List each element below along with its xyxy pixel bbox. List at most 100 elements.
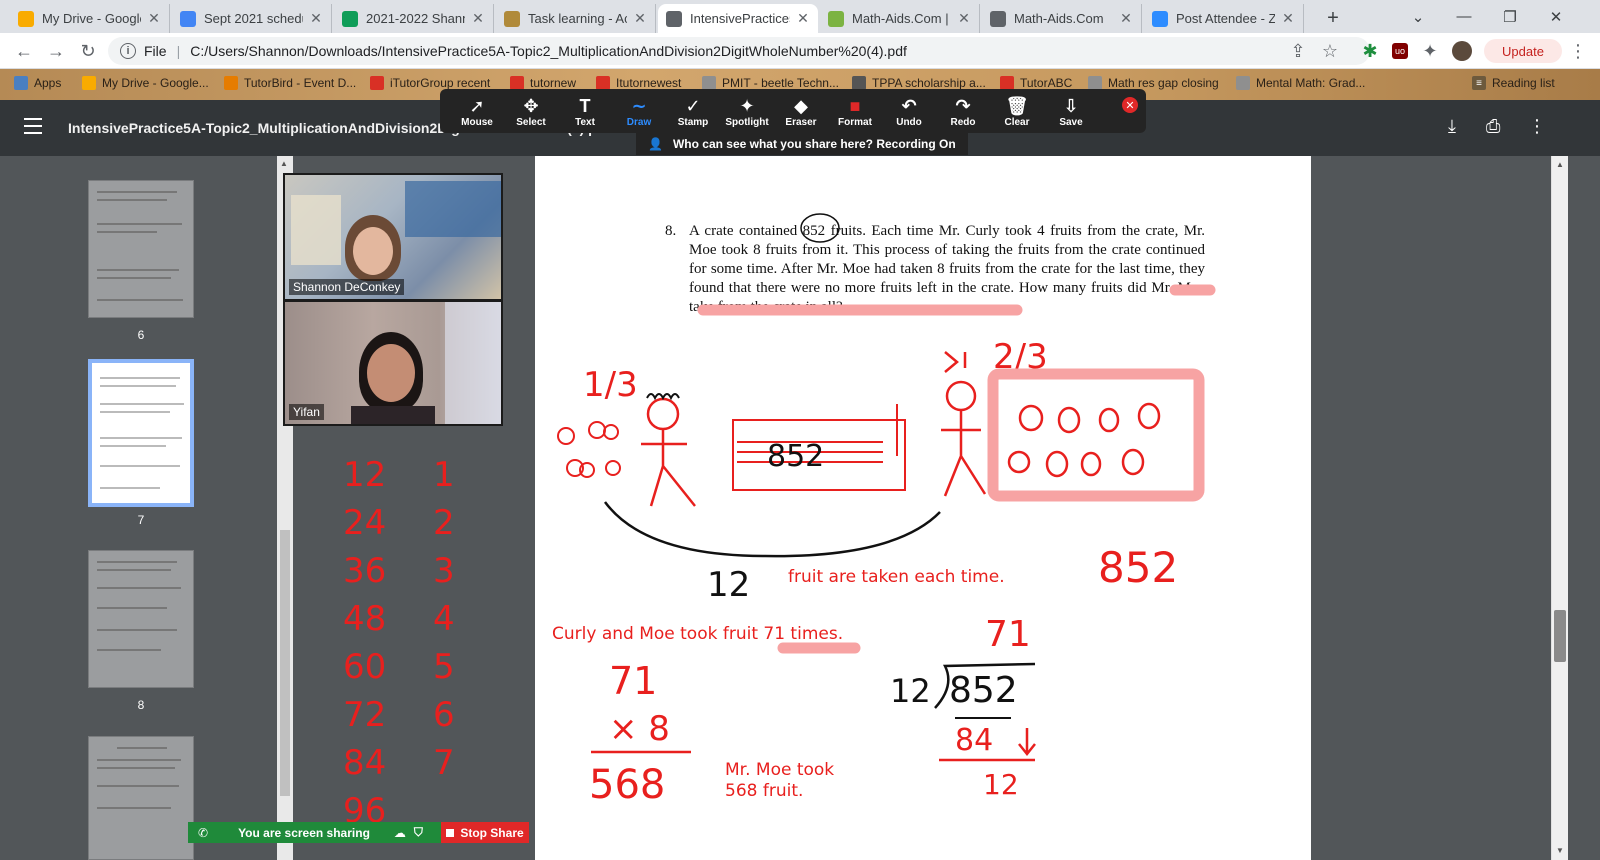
browser-tab-strip: My Drive - Google✕Sept 2021 schedule✕202…: [0, 0, 1600, 33]
restore-icon[interactable]: ❐: [1487, 0, 1533, 33]
close-tab-icon[interactable]: ✕: [1281, 10, 1295, 27]
bookmark-item[interactable]: TutorABC: [1000, 76, 1072, 90]
more-options-icon[interactable]: ⋮: [1528, 116, 1546, 137]
screen-sharing-bar[interactable]: ✆ You are screen sharing ☁ ⛉: [188, 822, 441, 843]
print-icon[interactable]: ⎙: [1486, 116, 1500, 137]
scroll-up-icon[interactable]: ▲: [1556, 160, 1564, 169]
close-tab-icon[interactable]: ✕: [309, 10, 323, 27]
itutor-icon: [370, 76, 384, 90]
minimize-icon[interactable]: —: [1441, 0, 1487, 33]
close-tab-icon[interactable]: ✕: [633, 10, 647, 27]
zoom-tool-label: Save: [1059, 116, 1083, 128]
multiple-count: 7: [433, 743, 455, 783]
zoom-tool-spotlight[interactable]: ✦ Spotlight: [720, 89, 774, 133]
zoom-tool-select[interactable]: ✥ Select: [504, 89, 558, 133]
download-icon[interactable]: ⤓: [1448, 116, 1456, 137]
zoom-tool-mouse[interactable]: ➚ Mouse: [450, 89, 504, 133]
zoom-tool-format[interactable]: ■ Format: [828, 89, 882, 133]
zoom-tool-undo[interactable]: ↶ Undo: [882, 89, 936, 133]
page-scrollbar[interactable]: ▲ ▼: [1551, 156, 1568, 860]
browser-tab[interactable]: My Drive - Google ✕: [10, 4, 170, 33]
sidebar-scroll-thumb[interactable]: [280, 530, 290, 796]
bookmark-item[interactable]: PMIT - beetle Techn...: [702, 76, 839, 90]
zoom-tool-save[interactable]: ⇩ Save: [1044, 89, 1098, 133]
browser-tab[interactable]: IntensivePractice5 ✕: [658, 4, 818, 33]
share-page-icon[interactable]: ⇪: [1286, 39, 1310, 63]
bookmark-item[interactable]: Mental Math: Grad...: [1236, 76, 1365, 90]
bookmark-item[interactable]: iTutorGroup recent: [370, 76, 490, 90]
thumbnail-page-8[interactable]: [88, 550, 194, 688]
back-icon[interactable]: ←: [12, 39, 36, 63]
ublock-icon[interactable]: uo: [1388, 39, 1412, 63]
bookmark-item[interactable]: TutorBird - Event D...: [224, 76, 356, 90]
zoom-tool-draw[interactable]: ∼ Draw: [612, 89, 666, 133]
bookmark-item[interactable]: TPPA scholarship a...: [852, 76, 986, 90]
extensions-icon[interactable]: ✦: [1418, 39, 1442, 63]
multiple-count: 1: [433, 455, 455, 495]
bookmark-label: TutorBird - Event D...: [244, 76, 357, 90]
browser-tab[interactable]: Task learning - Aca ✕: [496, 4, 656, 33]
multiple-count: 4: [433, 599, 455, 639]
browser-tab[interactable]: 2021-2022 Shanno ✕: [334, 4, 494, 33]
itutor-icon: [510, 76, 524, 90]
bookmark-item[interactable]: My Drive - Google...: [82, 76, 209, 90]
page-scroll-thumb[interactable]: [1554, 610, 1566, 662]
multiple-value: 24: [343, 503, 386, 543]
tab-label: Math-Aids.Com | D: [852, 11, 951, 26]
bookmark-item[interactable]: Itutornewest: [596, 76, 681, 90]
zoom-tool-eraser[interactable]: ◆ Eraser: [774, 89, 828, 133]
people-icon: 👤: [648, 137, 663, 151]
mouse-icon: ➚: [469, 95, 485, 116]
share-notice[interactable]: 👤 Who can see what you share here? Recor…: [636, 133, 968, 155]
zoom-tool-stamp[interactable]: ✓ Stamp: [666, 89, 720, 133]
select-icon: ✥: [523, 95, 539, 116]
scroll-up-icon[interactable]: ▲: [280, 159, 288, 168]
zoom-tool-text[interactable]: T Text: [558, 89, 612, 133]
bookmark-item[interactable]: Math res gap closing: [1088, 76, 1219, 90]
handwritten-mult-top: 71: [609, 659, 657, 703]
reading-list[interactable]: ≡ Reading list: [1472, 76, 1555, 90]
browser-tab[interactable]: Post Attendee - Zo ✕: [1144, 4, 1304, 33]
handwritten-remainder: 12: [983, 768, 1019, 801]
bookmark-star-icon[interactable]: ☆: [1318, 39, 1342, 63]
bookmark-item[interactable]: Apps: [14, 76, 61, 90]
zoom-tool-clear[interactable]: 🗑 Clear: [990, 89, 1044, 133]
menu-icon[interactable]: [24, 118, 42, 134]
close-tab-icon[interactable]: ✕: [796, 10, 810, 27]
bring-down-arrow-icon: [1018, 728, 1036, 757]
address-bar[interactable]: i File | C:/Users/Shannon/Downloads/Inte…: [108, 37, 1370, 65]
handwritten-divisor: 12: [890, 672, 931, 710]
extension-puzzle-icon[interactable]: ✱: [1358, 39, 1382, 63]
new-tab-button[interactable]: +: [1310, 4, 1356, 33]
undo-icon: ↶: [901, 95, 917, 116]
browser-tab[interactable]: Math-Aids.Com | D ✕: [820, 4, 980, 33]
thumbnail-page-6[interactable]: [88, 180, 194, 318]
update-button[interactable]: Update: [1484, 39, 1562, 63]
reload-icon[interactable]: ↻: [76, 39, 100, 63]
tab-search-icon[interactable]: ⌄: [1395, 0, 1441, 33]
chrome-menu-icon[interactable]: ⋮: [1566, 39, 1590, 63]
profile-avatar[interactable]: [1450, 39, 1474, 63]
scroll-down-icon[interactable]: ▼: [1556, 846, 1564, 855]
thumbnail-page-7[interactable]: [88, 359, 194, 507]
close-tab-icon[interactable]: ✕: [471, 10, 485, 27]
multiple-count: 6: [433, 695, 455, 735]
close-window-icon[interactable]: ✕: [1533, 0, 1579, 33]
multiple-count: 2: [433, 503, 455, 543]
close-annotation-icon[interactable]: ✕: [1122, 97, 1138, 113]
forward-icon[interactable]: →: [44, 39, 68, 63]
text-icon: T: [579, 95, 591, 116]
close-tab-icon[interactable]: ✕: [147, 10, 161, 27]
url-text[interactable]: C:/Users/Shannon/Downloads/IntensivePrac…: [190, 43, 907, 59]
close-tab-icon[interactable]: ✕: [1119, 10, 1133, 27]
bookmark-item[interactable]: tutornew: [510, 76, 576, 90]
close-tab-icon[interactable]: ✕: [957, 10, 971, 27]
thumbnail-page-9[interactable]: [88, 736, 194, 860]
globe-icon: [702, 76, 716, 90]
site-info-icon[interactable]: i: [120, 43, 136, 59]
zoom-tool-redo[interactable]: ↷ Redo: [936, 89, 990, 133]
browser-tab[interactable]: Math-Aids.Com ✕: [982, 4, 1142, 33]
stop-share-button[interactable]: Stop Share: [441, 822, 529, 843]
browser-tab[interactable]: Sept 2021 schedule ✕: [172, 4, 332, 33]
reading-list-label: Reading list: [1492, 76, 1555, 90]
